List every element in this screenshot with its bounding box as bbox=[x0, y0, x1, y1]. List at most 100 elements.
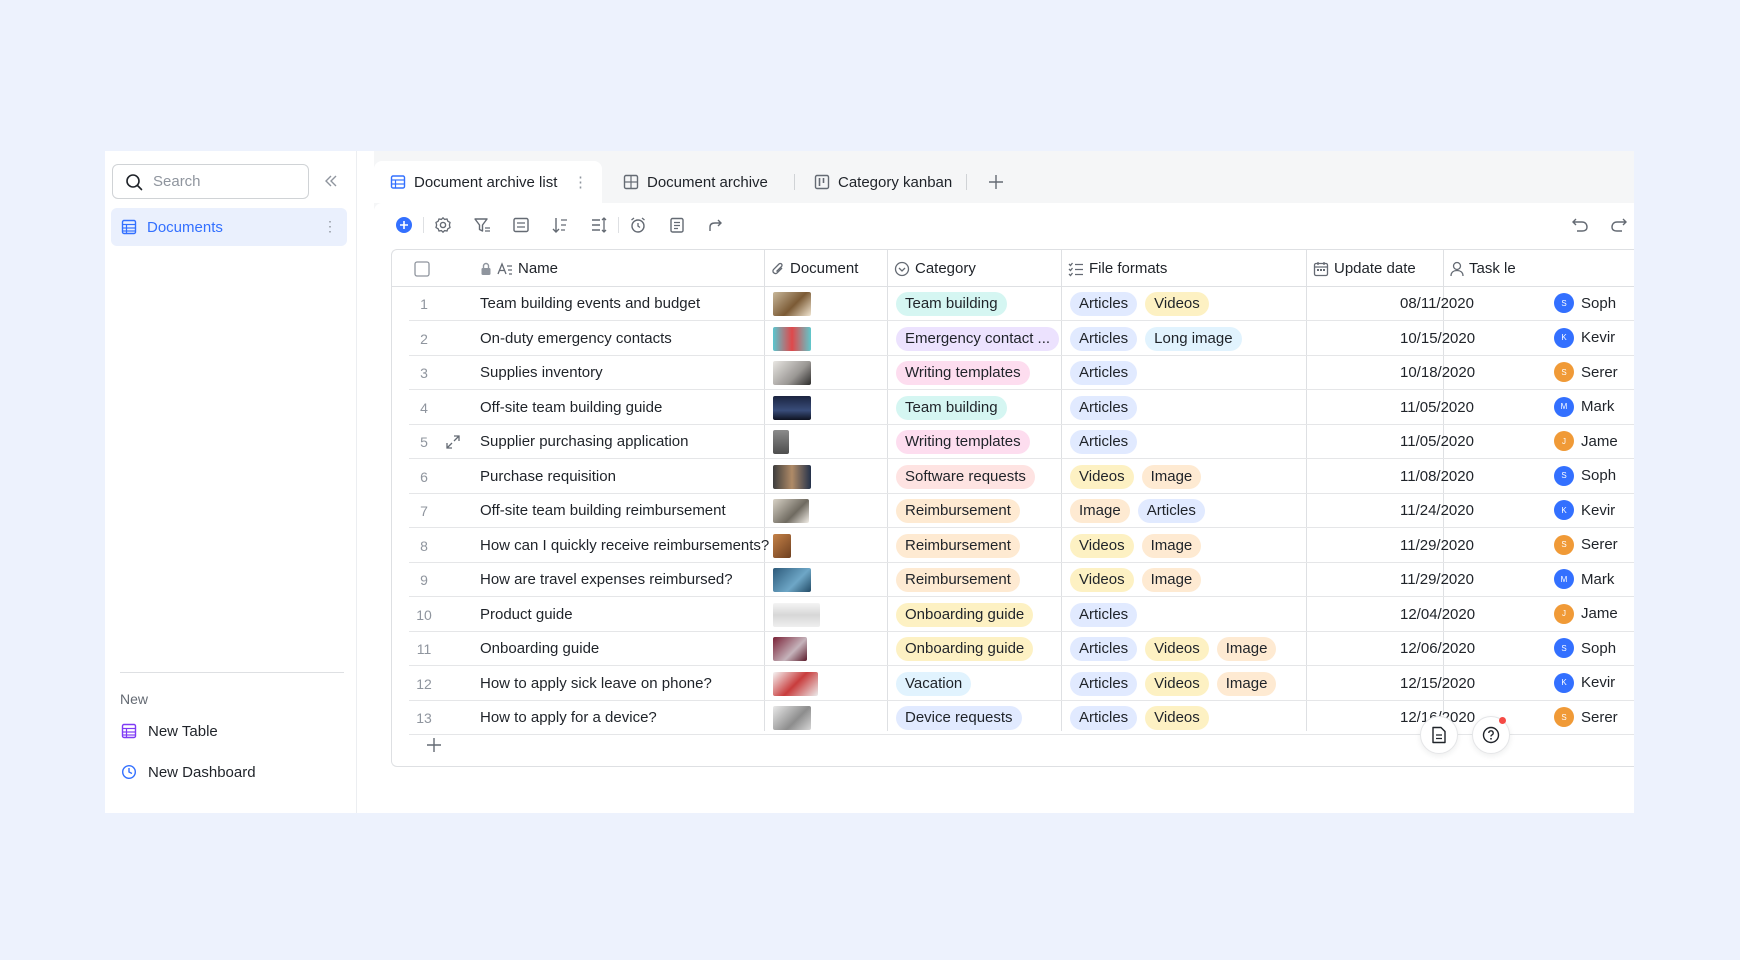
file-format-tag[interactable]: Articles bbox=[1070, 706, 1138, 730]
document-thumbnail[interactable] bbox=[773, 361, 811, 385]
expand-record-icon[interactable] bbox=[444, 433, 462, 451]
record-name[interactable]: On-duty emergency contacts bbox=[480, 330, 672, 347]
document-thumbnail[interactable] bbox=[773, 533, 791, 558]
task-lead[interactable]: M Mark bbox=[1554, 569, 1614, 589]
update-date[interactable]: 11/08/2020 bbox=[1400, 468, 1474, 485]
column-header-name[interactable]: Name bbox=[480, 250, 558, 287]
task-lead[interactable]: S Soph bbox=[1554, 293, 1616, 313]
update-date[interactable]: 11/24/2020 bbox=[1400, 502, 1474, 519]
task-lead[interactable]: S Serer bbox=[1554, 362, 1618, 382]
table-row[interactable]: 1 Team building events and budget Team bui… bbox=[409, 287, 1634, 321]
column-header-category[interactable]: Category bbox=[894, 250, 976, 287]
table-row[interactable]: 4 Off-site team building guide Team buildi… bbox=[409, 391, 1634, 425]
filter-button[interactable] bbox=[472, 215, 492, 235]
document-thumbnail[interactable] bbox=[773, 430, 789, 454]
add-record-button[interactable] bbox=[394, 215, 414, 235]
file-format-tag[interactable]: Videos bbox=[1145, 706, 1209, 730]
document-thumbnail[interactable] bbox=[773, 706, 811, 730]
category-tag[interactable]: Reimbursement bbox=[896, 533, 1020, 558]
file-format-tag[interactable]: Videos bbox=[1145, 292, 1209, 316]
file-format-tag[interactable]: Articles bbox=[1070, 326, 1138, 351]
table-row[interactable]: 10 Product guide Onboarding guide Articles 1… bbox=[409, 598, 1634, 632]
document-help-button[interactable] bbox=[1420, 716, 1458, 754]
record-name[interactable]: Supplies inventory bbox=[480, 364, 603, 381]
table-row[interactable]: 2 On-duty emergency contacts Emergency con… bbox=[409, 322, 1634, 356]
file-format-tag[interactable]: Image bbox=[1141, 533, 1202, 558]
file-format-tag[interactable]: Videos bbox=[1145, 637, 1209, 661]
document-thumbnail[interactable] bbox=[773, 602, 820, 627]
table-row[interactable]: 9 How are travel expenses reimbursed? Reim… bbox=[409, 563, 1634, 597]
settings-button[interactable] bbox=[433, 215, 453, 235]
category-tag[interactable]: Writing templates bbox=[896, 430, 1030, 454]
category-tag[interactable]: Reimbursement bbox=[896, 499, 1020, 523]
record-name[interactable]: How to apply for a device? bbox=[480, 709, 657, 726]
new-table-button[interactable]: New Table bbox=[120, 722, 218, 740]
update-date[interactable]: 11/05/2020 bbox=[1400, 399, 1474, 416]
share-button[interactable] bbox=[706, 215, 726, 235]
document-thumbnail[interactable] bbox=[773, 671, 818, 696]
file-format-tag[interactable]: Videos bbox=[1145, 671, 1209, 696]
record-name[interactable]: Product guide bbox=[480, 606, 573, 623]
file-format-tag[interactable]: Articles bbox=[1070, 637, 1138, 661]
file-format-tag[interactable]: Articles bbox=[1070, 671, 1138, 696]
update-date[interactable]: 10/18/2020 bbox=[1400, 364, 1475, 381]
file-format-tag[interactable]: Articles bbox=[1070, 395, 1138, 420]
tab-category-kanban[interactable]: Category kanban bbox=[798, 161, 952, 203]
document-thumbnail[interactable] bbox=[773, 568, 811, 592]
file-format-tag[interactable]: Long image bbox=[1145, 326, 1242, 351]
record-name[interactable]: Team building events and budget bbox=[480, 295, 700, 312]
task-lead[interactable]: S Soph bbox=[1554, 465, 1616, 486]
record-name[interactable]: How can I quickly receive reimbursements… bbox=[480, 537, 769, 554]
file-format-tag[interactable]: Videos bbox=[1070, 464, 1134, 489]
category-tag[interactable]: Team building bbox=[896, 292, 1007, 316]
task-lead[interactable]: J Jame bbox=[1554, 431, 1618, 451]
file-format-tag[interactable]: Image bbox=[1070, 499, 1130, 523]
document-thumbnail[interactable] bbox=[773, 292, 811, 316]
document-thumbnail[interactable] bbox=[773, 464, 811, 489]
tab-document-archive-list[interactable]: Document archive list ⋮ bbox=[374, 161, 602, 203]
table-row[interactable]: 6 Purchase requisition Software requests Vi… bbox=[409, 460, 1634, 494]
form-button[interactable] bbox=[667, 215, 687, 235]
update-date[interactable]: 08/11/2020 bbox=[1400, 295, 1474, 312]
file-format-tag[interactable]: Articles bbox=[1070, 602, 1138, 627]
document-thumbnail[interactable] bbox=[773, 326, 811, 351]
tab-document-archive[interactable]: Document archive bbox=[607, 161, 768, 203]
row-height-button[interactable] bbox=[589, 215, 609, 235]
task-lead[interactable]: M Mark bbox=[1554, 396, 1614, 417]
update-date[interactable]: 11/05/2020 bbox=[1400, 433, 1474, 450]
file-format-tag[interactable]: Articles bbox=[1070, 430, 1138, 454]
collapse-sidebar-button[interactable] bbox=[319, 169, 343, 193]
task-lead[interactable]: S Serer bbox=[1554, 707, 1618, 727]
update-date[interactable]: 12/15/2020 bbox=[1400, 675, 1475, 692]
column-header-file-formats[interactable]: File formats bbox=[1068, 250, 1167, 287]
redo-button[interactable] bbox=[1609, 215, 1629, 235]
search-input[interactable]: Search bbox=[112, 164, 309, 199]
category-tag[interactable]: Device requests bbox=[896, 706, 1022, 730]
table-row[interactable]: 5 Supplier purchasing application Writing … bbox=[409, 425, 1634, 459]
file-format-tag[interactable]: Articles bbox=[1070, 292, 1138, 316]
column-header-document[interactable]: Document bbox=[771, 250, 858, 287]
update-date[interactable]: 11/29/2020 bbox=[1400, 571, 1474, 588]
file-format-tag[interactable]: Image bbox=[1216, 671, 1277, 696]
record-name[interactable]: Purchase requisition bbox=[480, 468, 616, 485]
file-format-tag[interactable]: Articles bbox=[1070, 361, 1138, 385]
task-lead[interactable]: K Kevir bbox=[1554, 500, 1615, 520]
sidebar-item-documents[interactable]: Documents ⋮ bbox=[111, 208, 347, 246]
record-name[interactable]: Supplier purchasing application bbox=[480, 433, 688, 450]
record-name[interactable]: Off-site team building reimbursement bbox=[480, 502, 726, 519]
category-tag[interactable]: Onboarding guide bbox=[896, 637, 1034, 661]
add-row-button[interactable] bbox=[426, 737, 442, 753]
file-format-tag[interactable]: Image bbox=[1216, 637, 1277, 661]
category-tag[interactable]: Software requests bbox=[896, 464, 1035, 489]
category-tag[interactable]: Vacation bbox=[896, 671, 972, 696]
task-lead[interactable]: K Kevir bbox=[1554, 327, 1615, 348]
record-name[interactable]: How to apply sick leave on phone? bbox=[480, 675, 712, 692]
document-thumbnail[interactable] bbox=[773, 637, 807, 661]
file-format-tag[interactable]: Image bbox=[1141, 464, 1202, 489]
column-header-update-date[interactable]: Update date bbox=[1313, 250, 1416, 287]
table-row[interactable]: 7 Off-site team building reimbursement Rei… bbox=[409, 494, 1634, 528]
update-date[interactable]: 12/04/2020 bbox=[1400, 606, 1475, 623]
add-view-button[interactable] bbox=[988, 174, 1004, 190]
category-tag[interactable]: Team building bbox=[896, 395, 1007, 420]
category-tag[interactable]: Reimbursement bbox=[896, 568, 1020, 592]
